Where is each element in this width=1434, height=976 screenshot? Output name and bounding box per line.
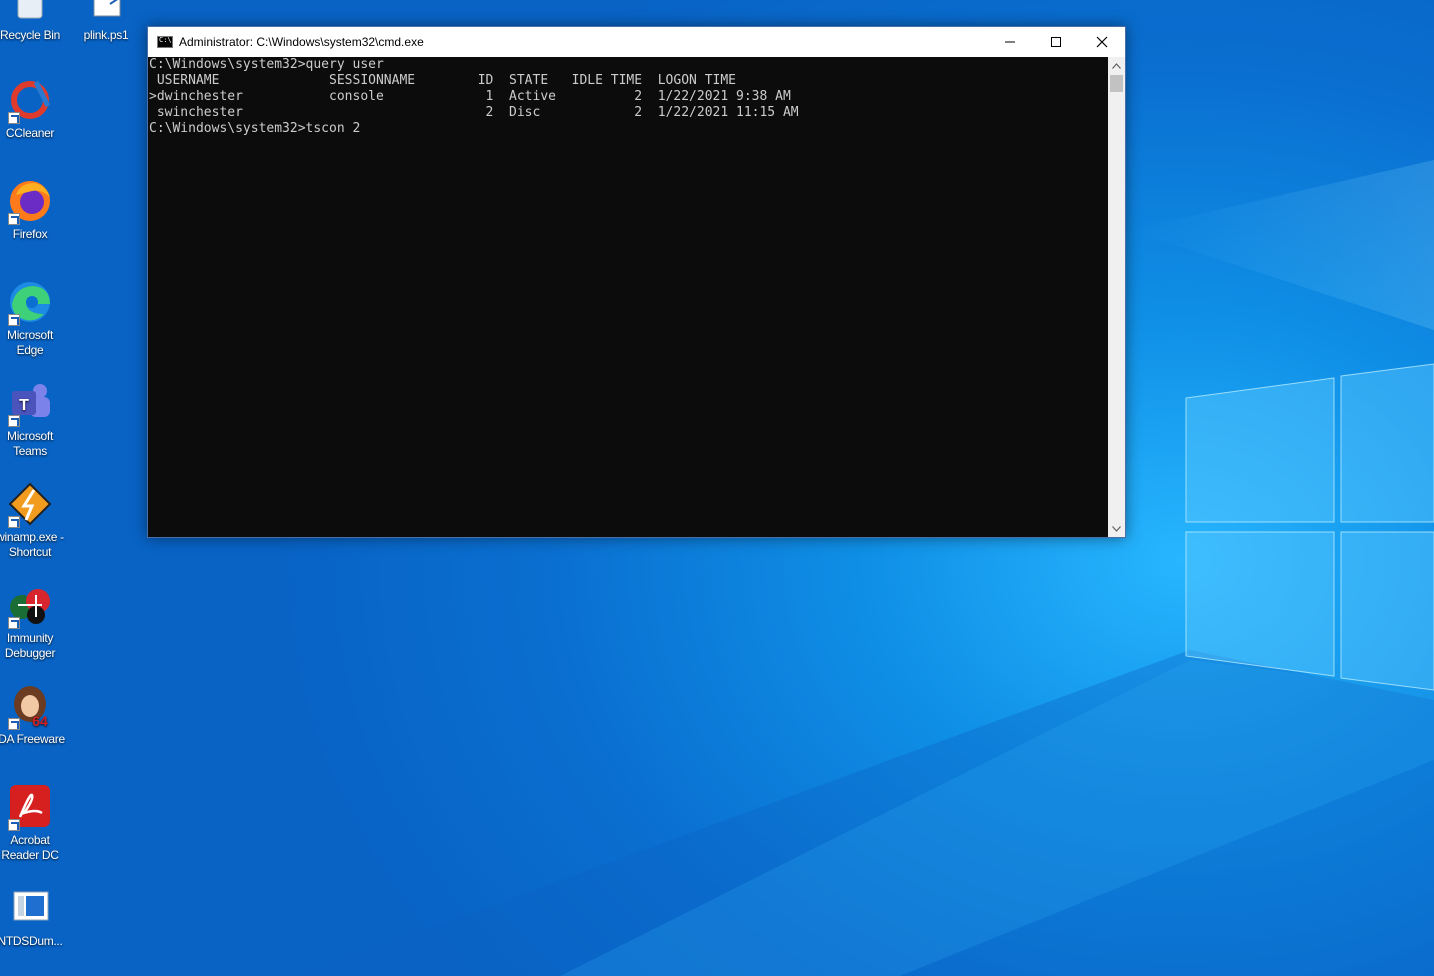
desktop-icon-edge[interactable]: Microsoft Edge [0,278,68,358]
cmd-window[interactable]: Administrator: C:\Windows\system32\cmd.e… [147,26,1126,538]
close-icon [1096,36,1108,48]
console-line: C:\Windows\system32>query user [149,57,384,72]
maximize-button[interactable] [1033,27,1079,57]
desktop-icon-ida[interactable]: 64 IDA Freeware [0,682,68,747]
ntdsdump-icon [6,884,54,932]
cmd-app-icon [157,36,173,48]
desktop-icon-recycle-bin[interactable]: Recycle Bin [0,0,68,43]
console-output[interactable]: C:\Windows\system32>query user USERNAME … [148,57,1108,537]
close-button[interactable] [1079,27,1125,57]
minimize-button[interactable] [987,27,1033,57]
desktop-icon-winamp[interactable]: winamp.exe - Shortcut [0,480,68,560]
chevron-up-icon [1112,62,1121,69]
title-bar[interactable]: Administrator: C:\Windows\system32\cmd.e… [148,27,1125,57]
svg-text:T: T [19,397,29,414]
scroll-up-button[interactable] [1108,57,1125,74]
scroll-thumb[interactable] [1110,75,1123,92]
ida-icon: 64 [6,682,54,730]
window-title: Administrator: C:\Windows\system32\cmd.e… [179,35,424,49]
shortcut-arrow-icon [8,516,20,528]
shortcut-arrow-icon [8,314,20,326]
teams-icon: T [6,379,54,427]
ccleaner-icon [6,76,54,124]
shortcut-arrow-icon [8,819,20,831]
acrobat-icon [6,783,54,831]
desktop-icon-ntdsdump[interactable]: NTDSDum... [0,884,68,949]
console-line: C:\Windows\system32>tscon 2 [149,121,361,136]
console-line: swinchester 2 Disc 2 1/22/2021 11:15 AM [149,105,799,120]
desktop-icon-ccleaner[interactable]: CCleaner [0,76,68,141]
immunity-debugger-icon [6,581,54,629]
recycle-bin-icon [6,0,54,26]
edge-icon [6,278,54,326]
winamp-icon [6,480,54,528]
powershell-script-icon [82,0,130,26]
firefox-icon [6,177,54,225]
console-line: USERNAME SESSIONNAME ID STATE IDLE TIME … [149,73,736,88]
svg-text:64: 64 [32,713,48,729]
desktop-icon-firefox[interactable]: Firefox [0,177,68,242]
shortcut-arrow-icon [8,415,20,427]
vertical-scrollbar[interactable] [1108,57,1125,537]
desktop-icon-acrobat[interactable]: Acrobat Reader DC [0,783,68,863]
desktop-icon-teams[interactable]: T Microsoft Teams [0,379,68,459]
shortcut-arrow-icon [8,617,20,629]
chevron-down-icon [1112,525,1121,532]
console-line: >dwinchester console 1 Active 2 1/22/202… [149,89,791,104]
shortcut-arrow-icon [8,718,20,730]
shortcut-arrow-icon [8,112,20,124]
desktop-icon-plink[interactable]: plink.ps1 [68,0,144,43]
scroll-down-button[interactable] [1108,520,1125,537]
shortcut-arrow-icon [8,213,20,225]
desktop-icon-immunity[interactable]: Immunity Debugger [0,581,68,661]
